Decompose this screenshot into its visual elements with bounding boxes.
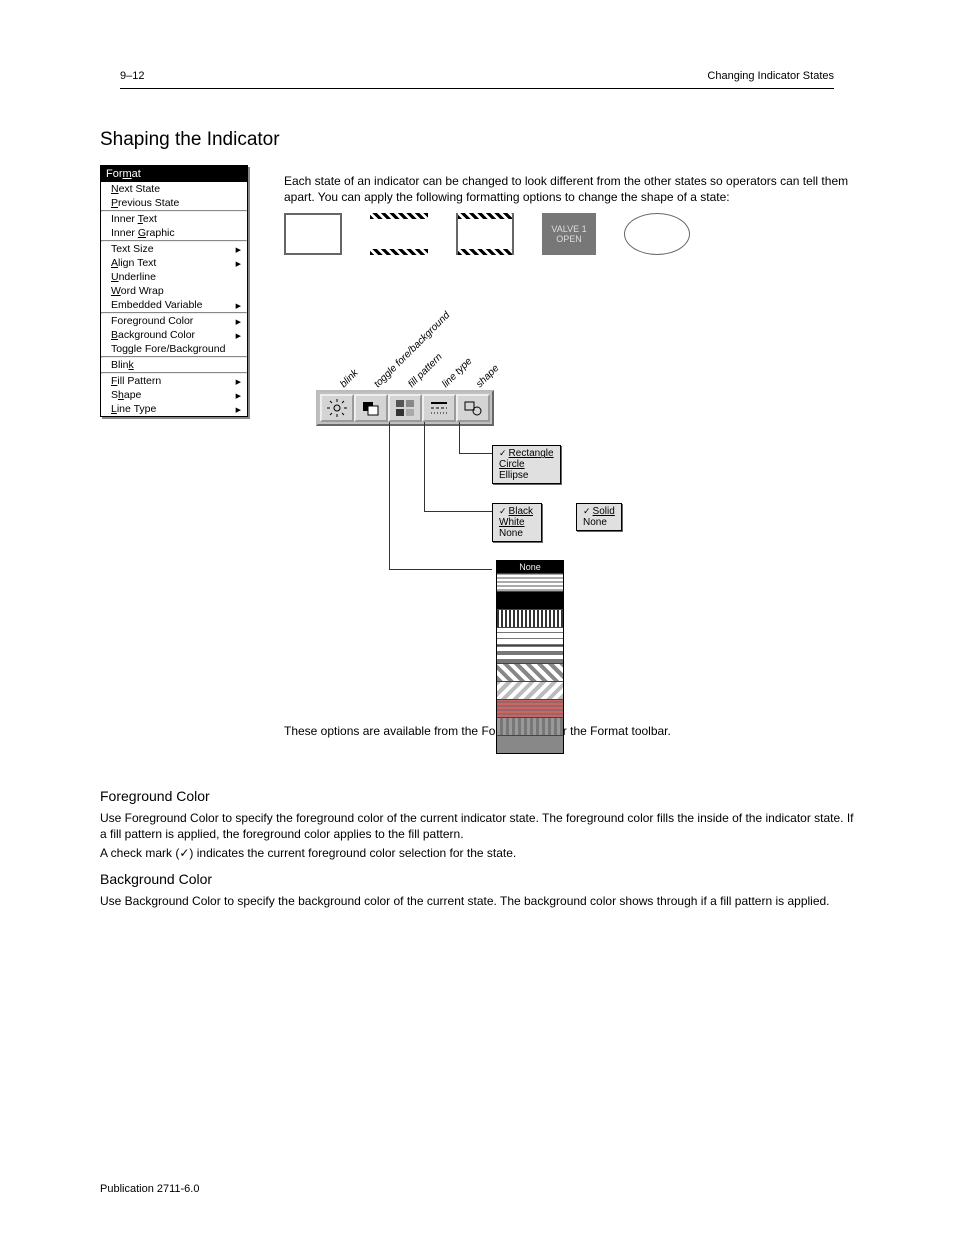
menu-toggle-fb[interactable]: Toggle Fore/Background <box>101 342 247 356</box>
menu-line-type[interactable]: Line Type <box>101 402 247 416</box>
section-heading: Shaping the Indicator <box>100 129 854 151</box>
toolbar-diagram: blink toggle fore/background fill patter… <box>284 285 854 715</box>
pattern-swatch[interactable] <box>497 645 563 663</box>
linetype-submenu[interactable]: Solid None <box>576 503 622 531</box>
menu-underline[interactable]: Underline <box>101 270 247 284</box>
format-toolbar <box>316 390 494 426</box>
sun-icon <box>327 399 347 417</box>
menu-align-text[interactable]: Align Text <box>101 256 247 270</box>
menu-previous-state[interactable]: Previous State <box>101 196 247 210</box>
toolbar-toggle-fb-button[interactable] <box>354 394 388 422</box>
shape-example-hatched-open <box>370 213 428 255</box>
page-number: 9–12 <box>120 70 144 82</box>
header-rule <box>120 88 834 89</box>
pattern-swatch[interactable] <box>497 627 563 645</box>
menu-background-color[interactable]: Background Color <box>101 328 247 342</box>
fg-paragraph-2: A check mark (✓) indicates the current f… <box>100 845 854 861</box>
shape-example-hatched-closed <box>456 213 514 255</box>
shape-submenu[interactable]: Rectangle Circle Ellipse <box>492 445 561 484</box>
color-submenu[interactable]: Black White None <box>492 503 542 542</box>
toolbar-diagonal-labels: blink toggle fore/background fill patter… <box>334 285 854 390</box>
shape-examples-row: VALVE 1OPEN <box>284 213 854 255</box>
fg-paragraph-1: Use Foreground Color to specify the fore… <box>100 810 854 842</box>
menu-embedded-variable[interactable]: Embedded Variable <box>101 298 247 312</box>
linetype-icon <box>429 399 449 417</box>
menu-group-2: Inner Text Inner Graphic <box>101 212 247 240</box>
toggle-fb-icon <box>361 399 381 417</box>
shape-opt-rectangle[interactable]: Rectangle <box>497 448 556 459</box>
color-opt-none[interactable]: None <box>497 528 537 539</box>
shape-opt-circle[interactable]: Circle <box>497 459 556 470</box>
header-title: Changing Indicator States <box>707 70 834 82</box>
pattern-swatch[interactable] <box>497 663 563 681</box>
fillpattern-submenu[interactable]: None <box>496 560 564 754</box>
label-blink: blink <box>338 368 360 390</box>
pattern-swatch[interactable] <box>497 717 563 735</box>
fillpattern-icon <box>395 399 415 417</box>
menu-blink[interactable]: Blink <box>101 358 247 372</box>
connector-fillpattern <box>389 422 492 570</box>
footer-publication: Publication 2711-6.0 <box>100 1183 199 1195</box>
pattern-swatch[interactable] <box>497 573 563 591</box>
toolbar-linetype-button[interactable] <box>422 394 456 422</box>
menu-fill-pattern[interactable]: Fill Pattern <box>101 374 247 388</box>
pattern-swatch[interactable] <box>497 699 563 717</box>
shape-example-valve: VALVE 1OPEN <box>542 213 596 255</box>
pattern-swatch[interactable] <box>497 681 563 699</box>
menu-group-6: Fill Pattern Shape Line Type <box>101 374 247 416</box>
color-opt-black[interactable]: Black <box>497 506 537 517</box>
shape-example-plain-rect <box>284 213 342 255</box>
menu-group-1: Next State Previous State <box>101 182 247 210</box>
pattern-swatch[interactable] <box>497 609 563 627</box>
menu-foreground-color[interactable]: Foreground Color <box>101 314 247 328</box>
toolbar-blink-button[interactable] <box>320 394 354 422</box>
intro-paragraph: Each state of an indicator can be change… <box>284 173 854 205</box>
menu-inner-text[interactable]: Inner Text <box>101 212 247 226</box>
menu-shape[interactable]: Shape <box>101 388 247 402</box>
pattern-swatch[interactable] <box>497 591 563 609</box>
format-menu-title: Format <box>101 166 247 182</box>
linetype-opt-solid[interactable]: Solid <box>581 506 617 517</box>
menu-group-3: Text Size Align Text Underline Word Wrap… <box>101 242 247 312</box>
toolbar-shape-button[interactable] <box>456 394 490 422</box>
shape-icon <box>463 399 483 417</box>
pattern-swatch[interactable] <box>497 735 563 753</box>
shape-opt-ellipse[interactable]: Ellipse <box>497 470 556 481</box>
toolbar-fillpattern-button[interactable] <box>388 394 422 422</box>
menu-text-size[interactable]: Text Size <box>101 242 247 256</box>
bg-paragraph-1: Use Background Color to specify the back… <box>100 893 854 909</box>
menu-group-4: Foreground Color Background Color Toggle… <box>101 314 247 356</box>
menu-word-wrap[interactable]: Word Wrap <box>101 284 247 298</box>
menu-inner-graphic[interactable]: Inner Graphic <box>101 226 247 240</box>
color-opt-white[interactable]: White <box>497 517 537 528</box>
fillpattern-none[interactable]: None <box>497 561 563 573</box>
format-menu[interactable]: Format Next State Previous State Inner T… <box>100 165 248 417</box>
fg-title: Foreground Color <box>100 788 854 804</box>
linetype-opt-none[interactable]: None <box>581 517 617 528</box>
bg-title: Background Color <box>100 871 854 887</box>
label-line-type: line type <box>440 356 474 390</box>
shape-example-ellipse <box>624 213 690 255</box>
menu-group-5: Blink <box>101 358 247 372</box>
label-shape: shape <box>474 363 501 390</box>
menu-next-state[interactable]: Next State <box>101 182 247 196</box>
toolbar-note: These options are available from the For… <box>284 723 854 739</box>
